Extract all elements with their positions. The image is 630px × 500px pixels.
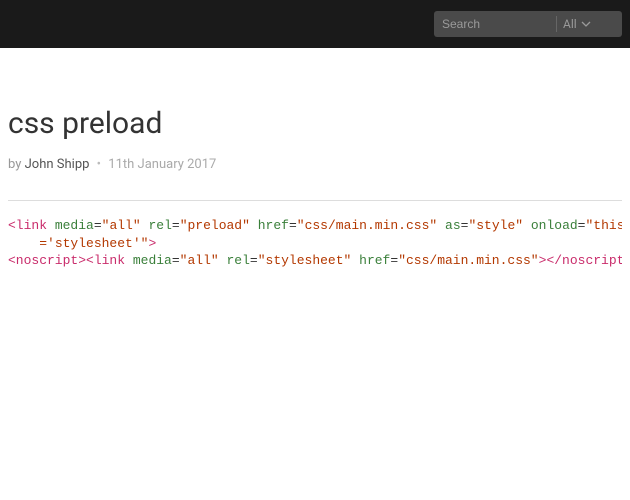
code-token: onload <box>531 218 578 233</box>
code-token: rel <box>148 218 171 233</box>
by-label: by <box>8 157 21 172</box>
code-token: href <box>359 253 390 268</box>
code-block: <link media="all" rel="preload" href="cs… <box>8 217 622 270</box>
code-token: = <box>172 218 180 233</box>
chevron-down-icon <box>581 19 591 29</box>
code-token: "all" <box>102 218 141 233</box>
code-token: "stylesheet" <box>258 253 352 268</box>
code-token: <link <box>8 218 47 233</box>
code-token: media <box>133 253 172 268</box>
search-filter-label: All <box>563 17 577 31</box>
code-token: media <box>55 218 94 233</box>
code-token: <link <box>86 253 125 268</box>
divider <box>8 200 622 201</box>
byline: by John Shipp • 11th January 2017 <box>8 157 622 172</box>
code-token: "all" <box>180 253 219 268</box>
topbar: All <box>0 0 630 48</box>
content-area: css preload by John Shipp • 11th January… <box>0 48 630 270</box>
code-token: </noscript> <box>546 253 622 268</box>
byline-separator: • <box>97 157 101 172</box>
code-token: = <box>250 253 258 268</box>
code-token: ='stylesheet'" <box>39 236 148 251</box>
search-filter-dropdown[interactable]: All <box>563 17 599 31</box>
search-container: All <box>434 11 622 37</box>
code-token: "css/main.min.css" <box>297 218 437 233</box>
code-token: = <box>289 218 297 233</box>
code-token: = <box>94 218 102 233</box>
code-token: > <box>148 236 156 251</box>
code-token: = <box>172 253 180 268</box>
code-token: rel <box>227 253 250 268</box>
search-input[interactable] <box>434 17 554 31</box>
code-token: "preload" <box>180 218 250 233</box>
code-token: "css/main.min.css" <box>398 253 538 268</box>
code-token: <noscript> <box>8 253 86 268</box>
search-divider <box>556 16 557 32</box>
code-token: as <box>445 218 461 233</box>
page-title: css preload <box>8 106 622 141</box>
code-token: href <box>258 218 289 233</box>
code-token: "this. <box>585 218 622 233</box>
code-token: "style" <box>468 218 523 233</box>
post-date: 11th January 2017 <box>108 157 216 172</box>
author-link[interactable]: John Shipp <box>25 157 90 172</box>
